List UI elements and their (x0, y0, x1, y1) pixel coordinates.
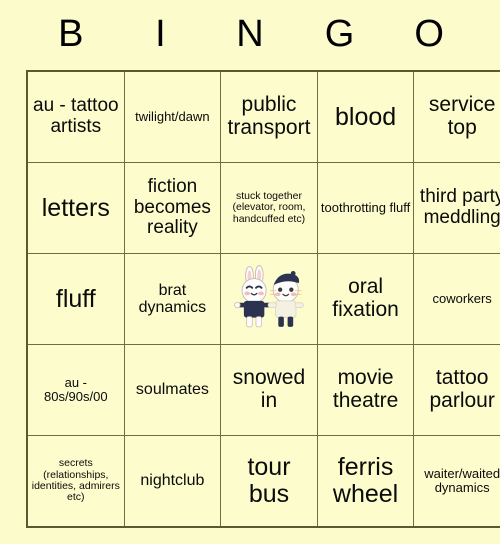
bingo-row: au - 80s/90s/00 soulmates snowed in movi… (26, 344, 500, 436)
bingo-row: secrets (relationships, identities, admi… (26, 435, 500, 528)
bingo-cell[interactable]: fiction becomes reality (123, 162, 222, 254)
bingo-header: B I N G O (26, 0, 474, 70)
bingo-free-space[interactable] (220, 253, 318, 345)
header-letter-n: N (236, 13, 264, 55)
bingo-cell[interactable]: tattoo parlour (413, 344, 500, 436)
bingo-cell[interactable]: stuck together (elevator, room, handcuff… (220, 162, 318, 254)
bingo-cell[interactable]: twilight/dawn (123, 70, 222, 163)
bingo-row: letters fiction becomes reality stuck to… (26, 162, 500, 254)
bingo-cell[interactable]: nightclub (123, 435, 222, 528)
bingo-card: B I N G O au - tattoo artists twilight/d… (26, 0, 500, 528)
header-letter-i: I (155, 13, 166, 55)
bingo-cell[interactable]: third party meddling (413, 162, 500, 254)
header-letter-o: O (414, 13, 444, 55)
bingo-cell[interactable]: letters (26, 162, 125, 254)
header-letter-g: G (324, 13, 355, 55)
bingo-cell[interactable]: tour bus (220, 435, 318, 528)
bingo-cell[interactable]: movie theatre (316, 344, 415, 436)
bingo-cell[interactable]: soulmates (123, 344, 222, 436)
bingo-cell[interactable]: coworkers (413, 253, 500, 345)
bingo-grid: au - tattoo artists twilight/dawn public… (26, 70, 500, 528)
bingo-row: fluff brat dynamics oral fixation cowork… (26, 253, 500, 345)
bingo-cell[interactable]: public transport (220, 70, 318, 163)
bingo-cell[interactable]: secrets (relationships, identities, admi… (26, 435, 125, 528)
bingo-cell[interactable]: waiter/waited dynamics (413, 435, 500, 528)
bingo-cell[interactable]: au - 80s/90s/00 (26, 344, 125, 436)
bingo-cell[interactable]: au - tattoo artists (26, 70, 125, 163)
bingo-cell[interactable]: snowed in (220, 344, 318, 436)
free-space-art (224, 256, 314, 342)
bingo-row: au - tattoo artists twilight/dawn public… (26, 70, 500, 163)
bingo-cell[interactable]: ferris wheel (316, 435, 415, 528)
bingo-cell[interactable]: toothrotting fluff (316, 162, 415, 254)
bingo-cell[interactable]: oral fixation (316, 253, 415, 345)
bingo-cell[interactable]: fluff (26, 253, 125, 345)
bingo-cell[interactable]: brat dynamics (123, 253, 222, 345)
bingo-cell[interactable]: blood (316, 70, 415, 163)
bingo-cell[interactable]: service top (413, 70, 500, 163)
header-letter-b: B (58, 13, 84, 55)
